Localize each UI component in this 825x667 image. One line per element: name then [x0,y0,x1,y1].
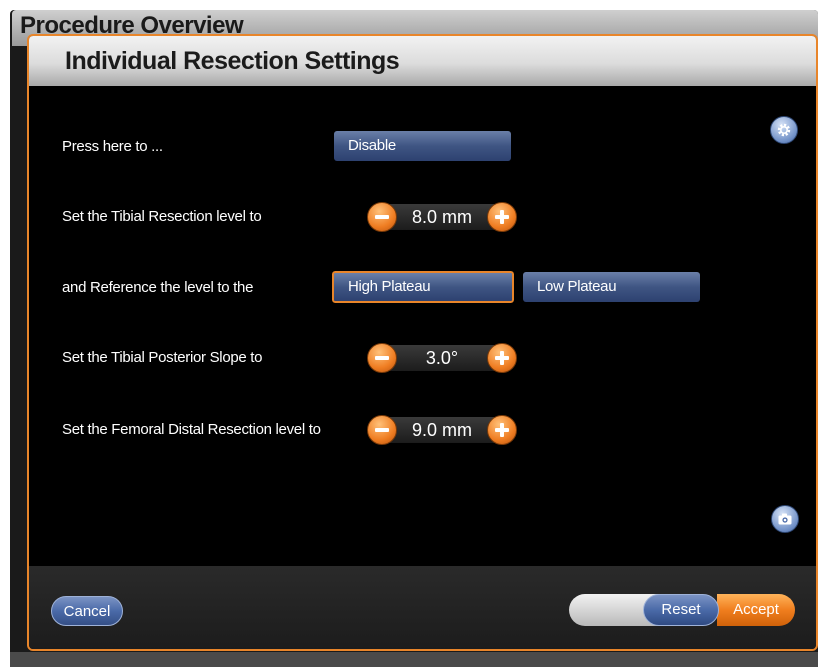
tibial-resection-decrement-button[interactable] [367,202,397,232]
reset-button[interactable]: Reset [643,594,719,626]
plus-icon [500,351,504,365]
minus-icon [375,428,389,432]
action-button-group: Reset Accept [569,594,795,626]
cancel-button[interactable]: Cancel [51,596,123,626]
resection-settings-dialog: Individual Resection Settings Press here… [27,34,818,651]
press-here-label: Press here to ... [62,138,163,155]
femoral-distal-stepper: 9.0 mm [367,413,517,447]
tibial-slope-increment-button[interactable] [487,343,517,373]
dialog-title-bar: Individual Resection Settings [29,36,816,86]
camera-icon[interactable] [771,505,799,533]
disable-button[interactable]: Disable [334,131,511,161]
plus-icon [500,423,504,437]
femoral-distal-value: 9.0 mm [411,420,472,440]
tibial-resection-label: Set the Tibial Resection level to [62,208,262,225]
camera-icon-glyph [778,513,792,525]
femoral-distal-label: Set the Femoral Distal Resection level t… [62,421,321,438]
femoral-distal-decrement-button[interactable] [367,415,397,445]
tibial-resection-increment-button[interactable] [487,202,517,232]
tibial-resection-stepper: 8.0 mm [367,200,517,234]
gear-icon[interactable] [770,116,798,144]
low-plateau-option[interactable]: Low Plateau [523,272,700,302]
reference-label: and Reference the level to the [62,279,254,296]
accept-button[interactable]: Accept [717,594,795,626]
dialog-title: Individual Resection Settings [65,47,400,75]
minus-icon [375,215,389,219]
minus-icon [375,356,389,360]
tibial-slope-value: 3.0° [425,348,459,368]
tibial-slope-decrement-button[interactable] [367,343,397,373]
dialog-footer: Cancel Reset Accept [29,566,816,649]
tibial-slope-stepper: 3.0° [367,341,517,375]
gear-icon-glyph [777,123,791,137]
tibial-resection-value: 8.0 mm [411,207,472,227]
tibial-slope-label: Set the Tibial Posterior Slope to [62,349,263,366]
femoral-distal-increment-button[interactable] [487,415,517,445]
background-bottom-strip [10,652,818,667]
plus-icon [500,210,504,224]
high-plateau-option[interactable]: High Plateau [330,269,516,305]
